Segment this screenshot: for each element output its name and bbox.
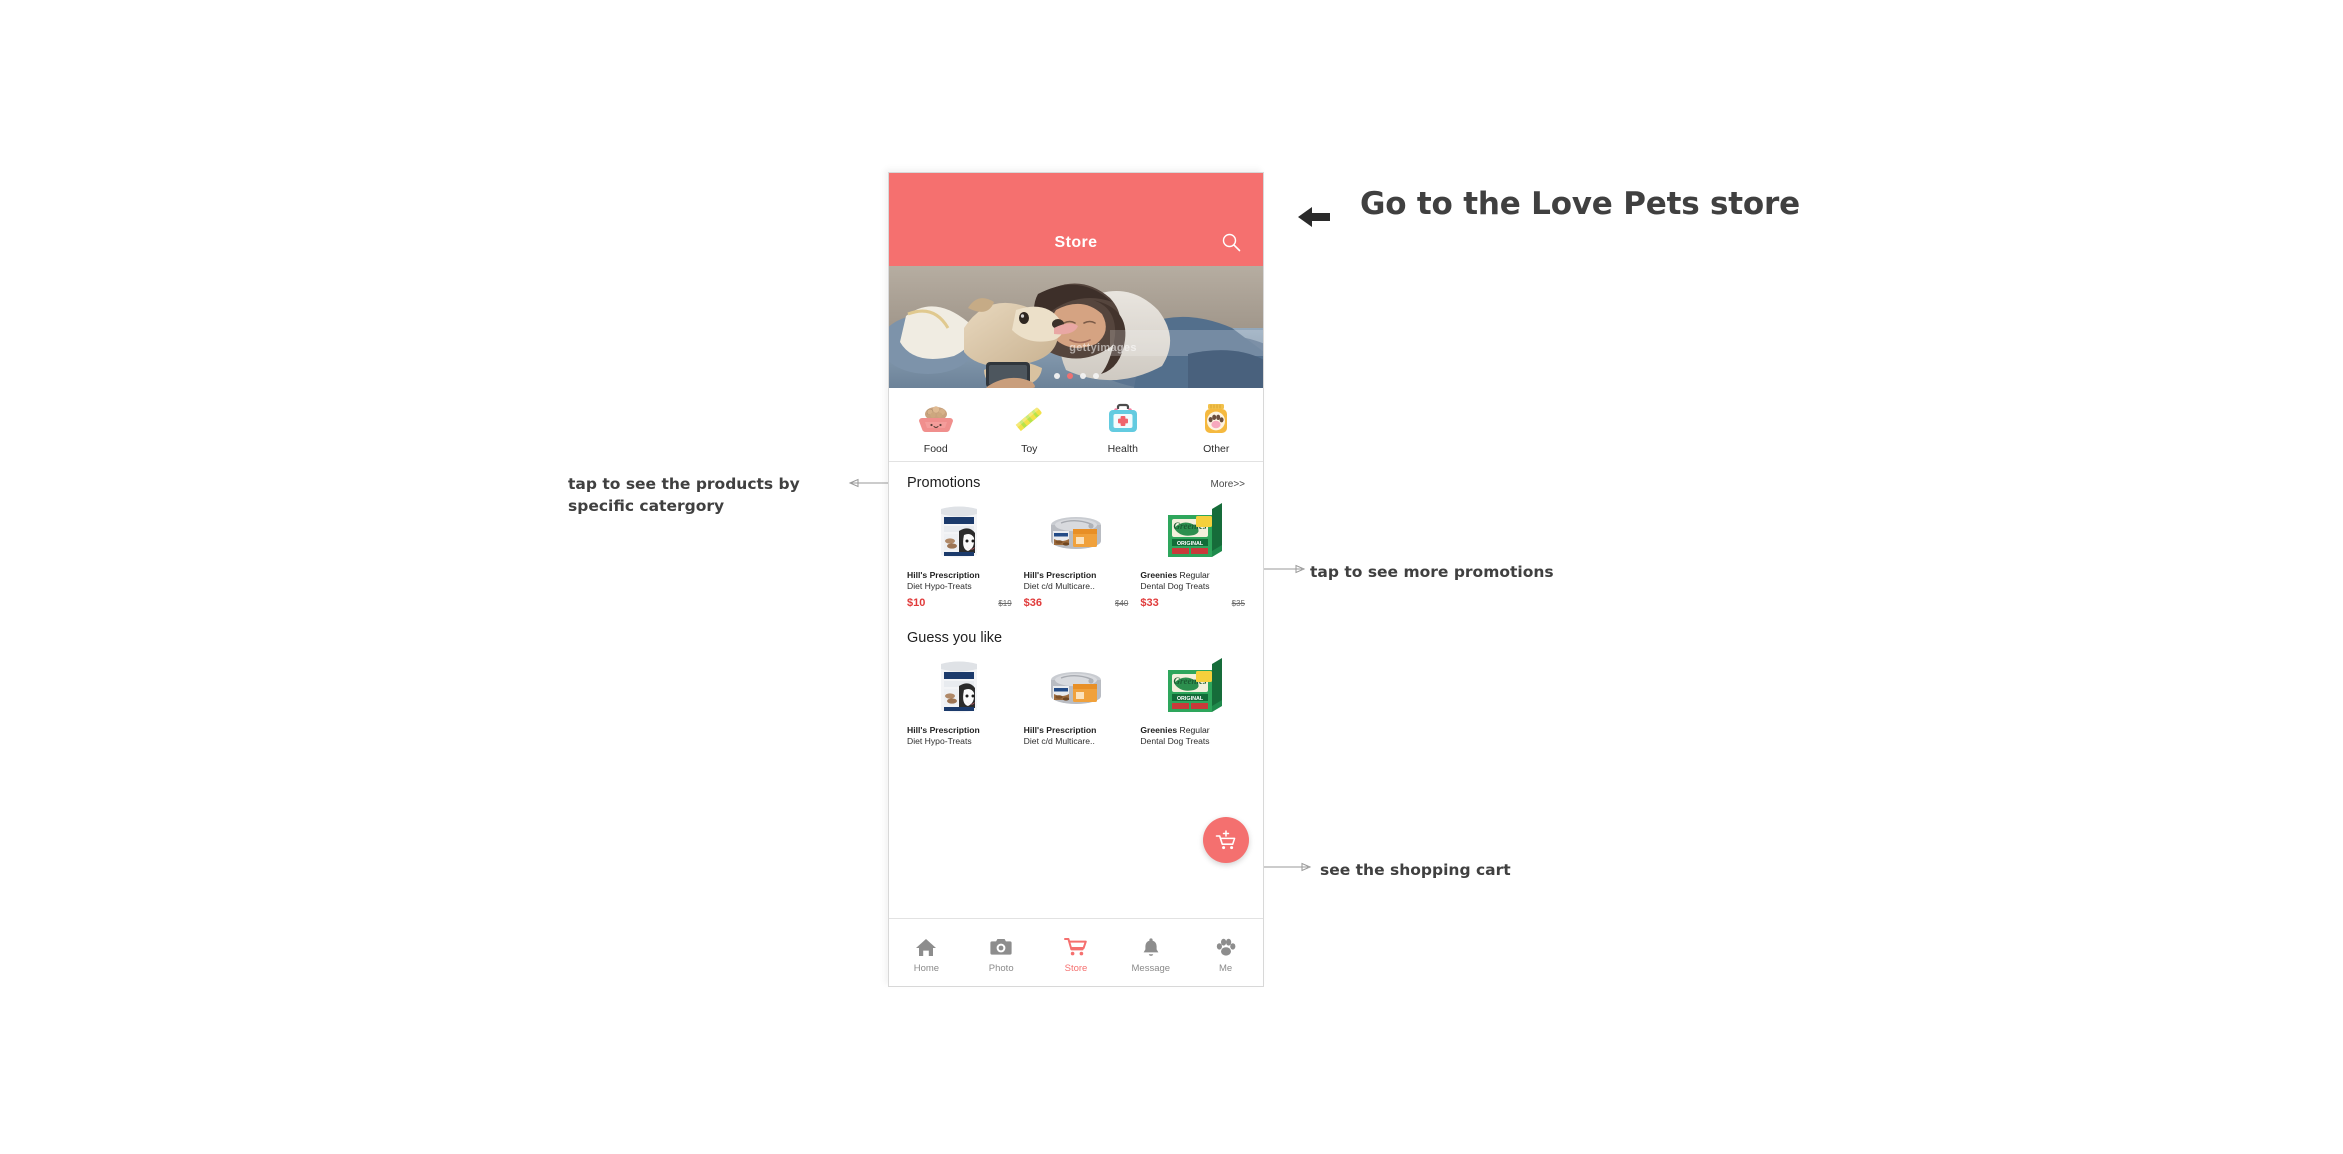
product-card[interactable]: Greenies ORIGINAL Greenies Regular Denta… [1140, 501, 1245, 609]
search-icon[interactable] [1221, 232, 1241, 252]
product-name: Dental Dog Treats [1140, 581, 1210, 592]
product-brand: Hill's Prescription [907, 724, 980, 735]
bell-icon [1141, 936, 1161, 958]
hero-banner[interactable]: gettyimages [889, 266, 1263, 388]
product-brand: Hill's Prescription [907, 570, 980, 580]
add-to-cart-icon [1215, 830, 1236, 850]
product-price: $36 [1023, 596, 1043, 609]
guess-you-like-header: Guess you like [907, 617, 1245, 650]
product-original-price: $40 [1114, 598, 1129, 608]
promotions-header: Promotions More>> [907, 462, 1245, 495]
nav-label: Photo [988, 962, 1014, 974]
nav-label: Message [1131, 962, 1171, 974]
promotions-title: Promotions [907, 475, 981, 491]
product-price-row: $33 $35 [1140, 597, 1245, 609]
category-bar: Food Toy Health Other [889, 388, 1263, 462]
nav-item-store[interactable]: Store [1039, 936, 1114, 974]
phone-mockup: Store gettyimages Food Toy Health Other … [888, 172, 1264, 987]
promotions-annotation-text: tap to see more promotions [1310, 563, 1554, 581]
product-price: $33 [1140, 596, 1159, 609]
app-header: Store [889, 173, 1263, 266]
carousel-dot[interactable] [1053, 373, 1060, 379]
product-card[interactable]: Hill's Prescription Diet c/d Multicare.. [1024, 656, 1129, 748]
nav-label: Me [1218, 962, 1233, 974]
guess-you-like-section: Guess you like Hill's Prescription Diet … [889, 608, 1263, 748]
main-annotation-arrow [1298, 207, 1330, 227]
main-annotation-text: Go to the Love Pets store [1360, 186, 1800, 222]
guess-you-like-product-row: Hill's Prescription Diet Hypo-Treats Hil… [907, 650, 1245, 748]
page-title: Store [1054, 234, 1098, 251]
product-image-hills-treats-pouch [907, 501, 1012, 563]
bottom-navigation: Home Photo Store Message Me [889, 918, 1263, 986]
product-card[interactable]: Greenies ORIGINAL Greenies Regular Denta… [1140, 656, 1245, 748]
paw-jar-icon [1205, 403, 1228, 433]
product-image-greenies-box: Greenies ORIGINAL [1140, 656, 1245, 718]
category-annotation-leader [848, 478, 894, 488]
product-image-greenies-box: Greenies ORIGINAL [1140, 501, 1245, 563]
promotions-section: Promotions More>> Hill's Prescription Di… [889, 462, 1263, 609]
promotions-annotation-leader [1258, 564, 1306, 574]
category-item-other[interactable]: Other [1170, 394, 1264, 461]
product-brand: Greenies Regular [1140, 724, 1210, 735]
product-original-price: $35 [1231, 598, 1246, 608]
promotions-more-link[interactable]: More>> [1211, 479, 1245, 490]
category-label: Other [1203, 442, 1230, 455]
product-image-hills-wet-can [1024, 656, 1129, 718]
cart-icon [1064, 936, 1088, 958]
category-item-food[interactable]: Food [889, 394, 983, 461]
carousel-dots[interactable] [889, 373, 1263, 379]
nav-item-me[interactable]: Me [1188, 936, 1263, 974]
product-price-row: $36 $40 [1024, 597, 1129, 609]
cart-annotation-leader [1258, 862, 1312, 872]
carousel-dot-active[interactable] [1066, 373, 1073, 379]
product-brand: Hill's Prescription [1023, 570, 1097, 580]
svg-text:ORIGINAL: ORIGINAL [1176, 541, 1203, 547]
product-original-price: $19 [998, 598, 1012, 608]
nav-item-home[interactable]: Home [889, 936, 964, 974]
shopping-cart-fab[interactable] [1203, 817, 1249, 863]
first-aid-kit-icon [1108, 403, 1137, 432]
product-card[interactable]: Hill's Prescription Diet c/d Multicare..… [1023, 501, 1129, 609]
nav-item-photo[interactable]: Photo [964, 936, 1039, 974]
product-image-hills-wet-can [1024, 501, 1129, 563]
svg-text:ORIGINAL: ORIGINAL [1176, 695, 1203, 701]
category-label: Toy [1021, 442, 1038, 455]
paw-icon [1215, 936, 1237, 958]
product-image-hills-treats-pouch [907, 656, 1012, 718]
product-name: Dental Dog Treats [1140, 736, 1210, 747]
product-card[interactable]: Hill's Prescription Diet Hypo-Treats [907, 656, 1012, 748]
product-name: Diet c/d Multicare.. [1023, 736, 1095, 747]
camera-icon [990, 936, 1012, 958]
carousel-dot[interactable] [1092, 373, 1099, 379]
product-brand: Hill's Prescription [1023, 724, 1097, 735]
category-item-health[interactable]: Health [1076, 394, 1170, 461]
nav-label: Home [913, 962, 940, 974]
home-icon [915, 936, 937, 958]
product-name: Diet c/d Multicare.. [1023, 581, 1095, 592]
nav-item-message[interactable]: Message [1113, 936, 1188, 974]
product-name: Diet Hypo-Treats [907, 736, 972, 747]
product-price-row: $10 $19 [907, 597, 1012, 609]
toy-stick-icon [1015, 407, 1042, 431]
product-brand: Greenies Regular [1140, 570, 1210, 580]
category-label: Health [1107, 442, 1138, 455]
category-item-toy[interactable]: Toy [983, 394, 1077, 461]
product-price: $10 [907, 596, 926, 609]
cart-annotation-text: see the shopping cart [1320, 861, 1511, 879]
category-annotation-text: tap to see the products by specific cate… [568, 475, 800, 515]
product-card[interactable]: Hill's Prescription Diet Hypo-Treats $10… [907, 501, 1012, 609]
category-label: Food [923, 442, 948, 455]
nav-label: Store [1064, 962, 1088, 974]
food-bowl-icon [918, 405, 953, 432]
guess-you-like-title: Guess you like [907, 629, 1003, 646]
promotions-product-row: Hill's Prescription Diet Hypo-Treats $10… [907, 495, 1245, 609]
product-name: Diet Hypo-Treats [907, 581, 972, 592]
carousel-dot[interactable] [1079, 373, 1086, 379]
